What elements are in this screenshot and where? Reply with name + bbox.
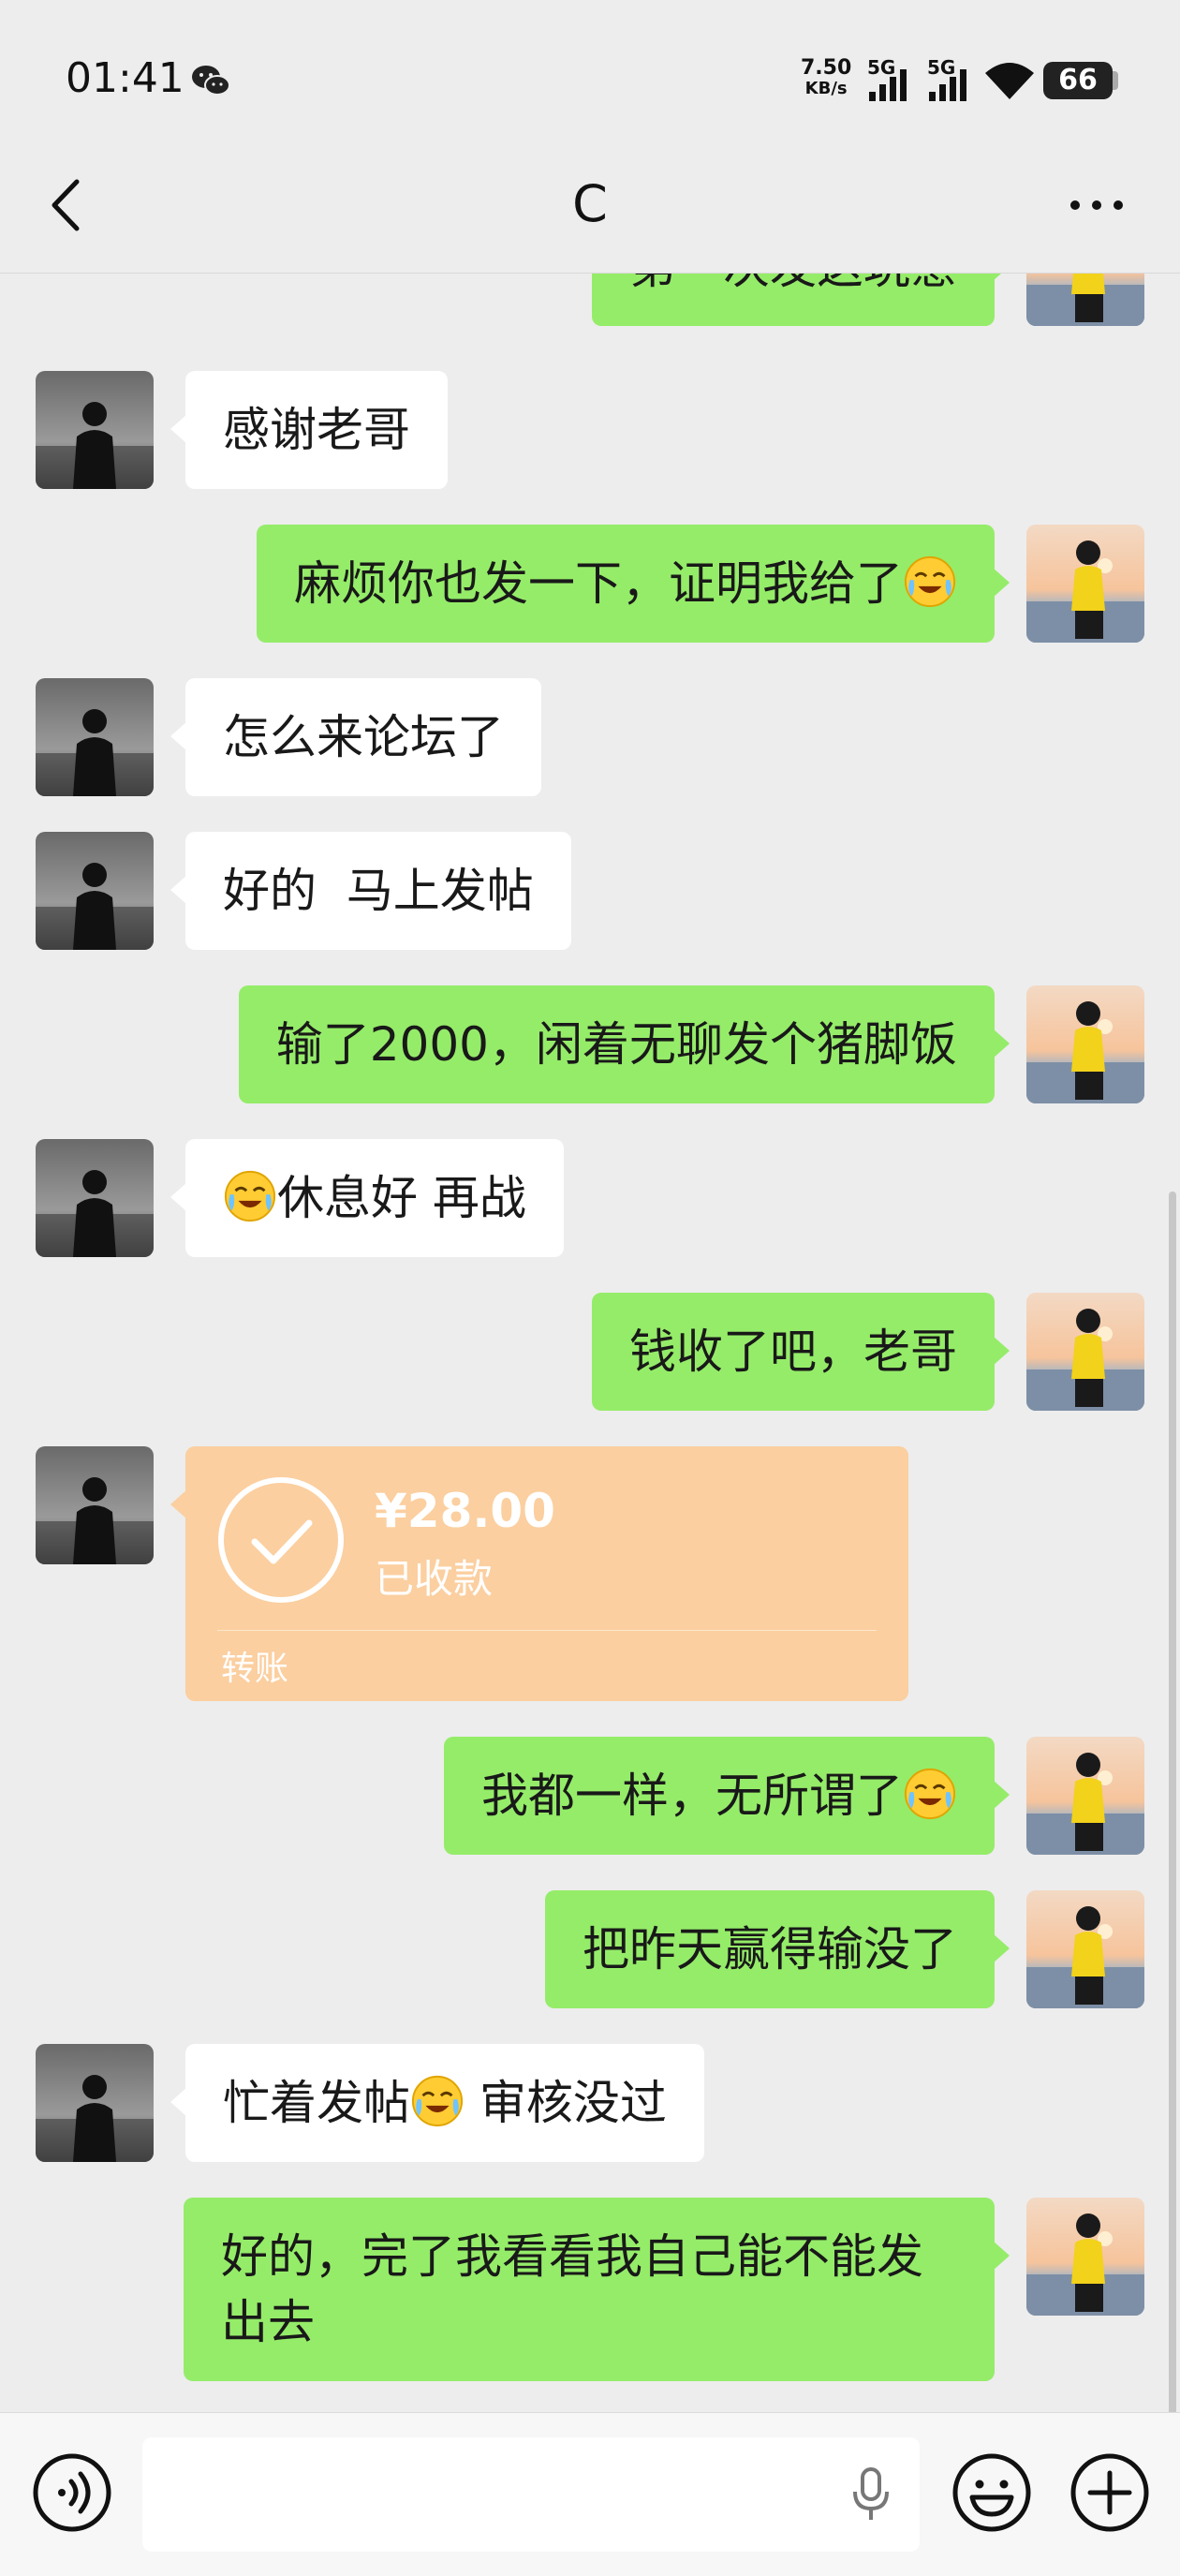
message-bubble-outgoing[interactable]: 麻烦你也发一下，证明我给了 (257, 525, 1010, 643)
signal-bars-icon (929, 69, 966, 101)
chat-header: C (0, 141, 1180, 274)
speed-value: 7.50 (801, 56, 852, 80)
message-bubble-outgoing[interactable]: 好的，完了我看看我自己能不能发 出去 (184, 2198, 1010, 2381)
battery-level: 66 (1043, 62, 1113, 99)
transfer-card[interactable]: ¥28.00 已收款 转账 (170, 1446, 908, 1701)
message-bubble-outgoing[interactable]: 我都一样，无所谓了 (444, 1737, 1010, 1855)
message-bubble-incoming[interactable]: 感谢老哥 (170, 371, 448, 489)
speed-unit: KB/s (804, 79, 848, 98)
message-bubble-outgoing[interactable]: 输了2000，闲着无聊发个猪脚饭 (238, 985, 1010, 1103)
transfer-status: 已收款 (375, 1556, 494, 1602)
message-text: 把昨天赢得输没了 (583, 1922, 957, 1976)
message-text: 审核没过 (465, 2076, 667, 2130)
message-bubble-outgoing[interactable]: 钱收了吧，老哥 (592, 1293, 1010, 1411)
my-avatar[interactable] (1026, 1737, 1144, 1855)
contact-avatar[interactable] (36, 832, 154, 950)
message-bubble-outgoing[interactable]: 把昨天赢得输没了 (545, 1890, 1010, 2008)
scrollbar[interactable] (1169, 1192, 1176, 2412)
signal-bars-icon (869, 69, 907, 101)
voice-input-icon[interactable] (32, 2452, 112, 2533)
input-bar (0, 2412, 1180, 2576)
my-avatar[interactable] (1026, 1890, 1144, 2008)
message-text: 好的 马上发帖 (223, 864, 534, 918)
battery-cap (1113, 71, 1118, 90)
message-bubble-outgoing[interactable]: 第一次发这玩意 (592, 274, 1010, 326)
message-bubble-incoming[interactable]: 休息好 再战 (170, 1139, 564, 1257)
message-bubble-incoming[interactable]: 忙着发帖 审核没过 (170, 2044, 704, 2162)
check-circle-icon (218, 1477, 344, 1603)
plus-icon[interactable] (1069, 2452, 1150, 2533)
facepalm-emoji-icon (903, 555, 957, 609)
message-text: 钱收了吧，老哥 (629, 1325, 957, 1379)
message-text: 输了2000，闲着无聊发个猪脚饭 (275, 1017, 957, 1072)
my-avatar[interactable] (1026, 274, 1144, 326)
message-text-line: 好的，完了我看看我自己能不能发 (221, 2229, 923, 2284)
message-input[interactable] (142, 2437, 920, 2552)
transfer-amount: ¥28.00 (375, 1484, 555, 1538)
message-bubble-incoming[interactable]: 怎么来论坛了 (170, 678, 541, 796)
message-text: 休息好 再战 (277, 1171, 526, 1225)
wifi-icon (985, 63, 1034, 99)
facepalm-emoji-icon (410, 2074, 465, 2128)
status-bar: 01:41 7.50 KB/s 5G 5G 66 (0, 0, 1180, 159)
contact-avatar[interactable] (36, 1446, 154, 1564)
microphone-icon[interactable] (848, 2465, 893, 2524)
message-list[interactable]: 第一次发这玩意 感谢老哥 麻烦你也发一下，证明我给了 怎么来论坛了 好的 马上发… (0, 274, 1180, 2412)
facepalm-emoji-icon (223, 1169, 277, 1223)
message-text: 麻烦你也发一下，证明我给了 (294, 556, 903, 611)
network-speed: 7.50 KB/s (801, 58, 851, 99)
contact-avatar[interactable] (36, 678, 154, 796)
my-avatar[interactable] (1026, 2198, 1144, 2316)
transfer-divider (217, 1630, 877, 1631)
chat-title: C (572, 174, 608, 233)
facepalm-emoji-icon (903, 1767, 957, 1821)
transfer-label: 转账 (221, 1650, 289, 1688)
wechat-icon (192, 66, 230, 96)
more-dots-icon[interactable] (1064, 182, 1129, 229)
message-text: 第一次发这玩意 (629, 274, 957, 294)
message-text: 感谢老哥 (223, 403, 410, 457)
my-avatar[interactable] (1026, 1293, 1144, 1411)
contact-avatar[interactable] (36, 2044, 154, 2162)
message-text: 怎么来论坛了 (223, 710, 504, 764)
message-text: 忙着发帖 (223, 2076, 410, 2130)
message-text: 我都一样，无所谓了 (481, 1769, 903, 1823)
contact-avatar[interactable] (36, 1139, 154, 1257)
emoji-icon[interactable] (951, 2452, 1032, 2533)
message-bubble-incoming[interactable]: 好的 马上发帖 (170, 832, 571, 950)
contact-avatar[interactable] (36, 371, 154, 489)
message-text-line: 出去 (221, 2295, 315, 2349)
status-time: 01:41 (66, 54, 184, 102)
my-avatar[interactable] (1026, 525, 1144, 643)
my-avatar[interactable] (1026, 985, 1144, 1103)
